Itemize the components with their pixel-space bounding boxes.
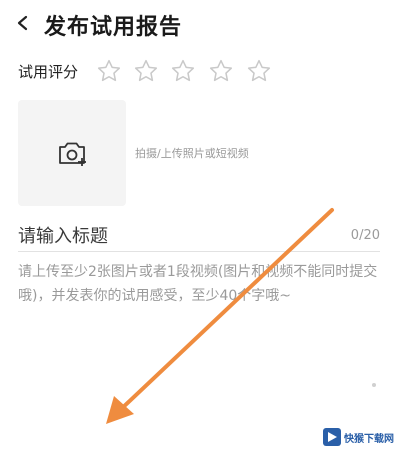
- rating-row: 试用评分: [0, 56, 396, 86]
- upload-hint: 拍摄/上传照片或短视频: [135, 147, 249, 160]
- camera-plus-icon: [59, 142, 86, 166]
- star-outline-icon: [97, 59, 121, 82]
- report-content-input[interactable]: [18, 260, 380, 320]
- rating-star-1[interactable]: [96, 58, 122, 84]
- media-upload-button[interactable]: [18, 100, 126, 206]
- back-button[interactable]: [12, 10, 34, 36]
- chevron-left-icon: [17, 15, 28, 31]
- rating-star-5[interactable]: [246, 58, 272, 84]
- watermark-logo-icon: [323, 428, 341, 446]
- publish-trial-report-page: 发布试用报告 试用评分 拍摄/上传照片或短视频 0/20: [0, 0, 396, 460]
- header: 发布试用报告: [0, 0, 396, 50]
- rating-star-2[interactable]: [133, 58, 159, 84]
- title-input[interactable]: [18, 222, 318, 250]
- rating-star-3[interactable]: [170, 58, 196, 84]
- star-outline-icon: [247, 59, 271, 82]
- star-outline-icon: [209, 59, 233, 82]
- title-char-counter: 0/20: [350, 228, 380, 243]
- star-outline-icon: [171, 59, 195, 82]
- watermark: 快猴下载网: [322, 424, 394, 452]
- rating-label: 试用评分: [18, 63, 79, 81]
- scroll-indicator-dot: [372, 383, 376, 387]
- star-outline-icon: [134, 59, 158, 82]
- rating-star-4[interactable]: [208, 58, 234, 84]
- page-title: 发布试用报告: [44, 15, 183, 40]
- watermark-text: 快猴下载网: [344, 434, 394, 445]
- title-field: 0/20: [18, 222, 380, 252]
